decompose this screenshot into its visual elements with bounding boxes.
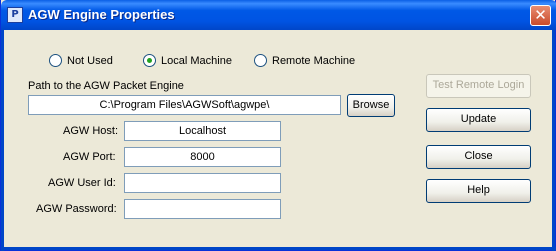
window-border-bottom (1, 247, 556, 250)
window-border-right (552, 30, 555, 251)
update-button[interactable]: Update (426, 108, 531, 132)
close-button[interactable]: Close (426, 145, 531, 169)
radio-checked-icon (143, 54, 156, 67)
password-input[interactable] (124, 199, 281, 219)
radio-local-machine-label: Local Machine (161, 54, 232, 67)
path-label: Path to the AGW Packet Engine (28, 80, 184, 92)
close-window-button[interactable]: ✕ (530, 5, 551, 26)
radio-circle-icon (49, 54, 62, 67)
radio-circle-icon (254, 54, 267, 67)
user-id-label: AGW User Id: (48, 177, 116, 189)
radio-not-used[interactable]: Not Used (49, 54, 113, 67)
port-input[interactable]: 8000 (124, 147, 281, 167)
path-input[interactable]: C:\Program Files\AGWSoft\agwpe\ (28, 95, 341, 115)
window-border-left (1, 30, 4, 251)
host-label: AGW Host: (63, 125, 119, 137)
password-label: AGW Password: (36, 203, 117, 215)
radio-remote-machine-label: Remote Machine (272, 54, 356, 67)
test-remote-login-button[interactable]: Test Remote Login (426, 74, 531, 98)
user-id-input[interactable] (124, 173, 281, 193)
radio-not-used-label: Not Used (67, 54, 113, 67)
app-icon: P (7, 7, 23, 23)
radio-remote-machine[interactable]: Remote Machine (254, 54, 355, 67)
port-label: AGW Port: (63, 151, 116, 163)
window-title: AGW Engine Properties (28, 7, 175, 22)
agw-engine-properties-dialog: P AGW Engine Properties ✕ Not Used Local… (0, 0, 556, 251)
help-button[interactable]: Help (426, 179, 531, 203)
title-bar[interactable]: P AGW Engine Properties ✕ (1, 0, 556, 30)
radio-local-machine[interactable]: Local Machine (143, 54, 232, 67)
host-input[interactable]: Localhost (124, 121, 281, 141)
browse-button[interactable]: Browse (347, 94, 395, 117)
